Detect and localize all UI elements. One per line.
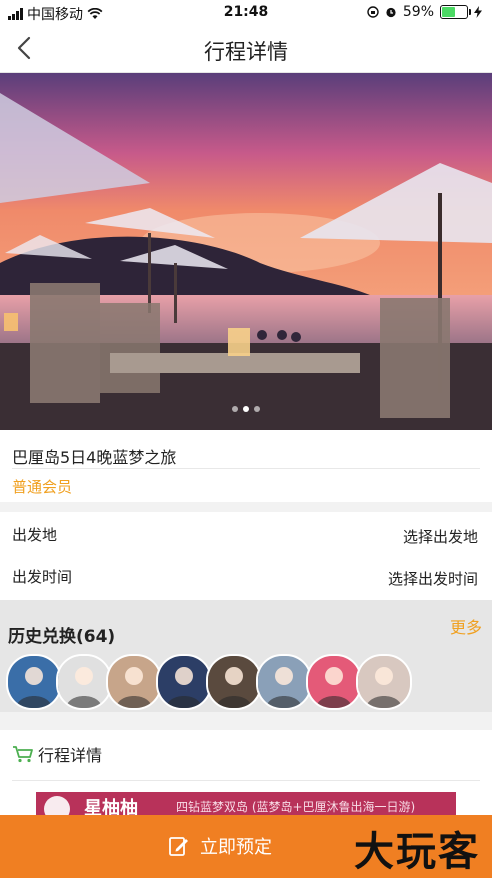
departure-time-label: 出发时间 [12,568,73,586]
exchange-history: 历史兑换(64) 更多 [0,600,492,712]
charging-icon [474,6,482,18]
more-link[interactable]: 更多 [450,614,482,638]
avatar[interactable] [256,654,312,710]
rotation-lock-icon [367,6,379,18]
divider [12,780,480,781]
hero-carousel[interactable] [0,73,492,430]
avatar[interactable] [206,654,262,710]
departure-time-row[interactable]: 出发时间 选择出发时间 [0,556,492,596]
trip-name: 巴厘岛5日4晚蓝梦之旅 [12,448,177,467]
departure-section: 出发地 选择出发地 出发时间 选择出发时间 [0,512,492,600]
avatar[interactable] [56,654,112,710]
book-now-label: 立即预定 [200,837,272,858]
avatar[interactable] [306,654,362,710]
departure-place-label: 出发地 [12,526,58,544]
avatar-list [6,654,412,710]
banner-subtitle: 四钻蓝梦双岛 (蓝梦岛+巴厘沐鲁出海一日游) [176,800,416,814]
trip-info: 巴厘岛5日4晚蓝梦之旅 普通会员 [0,430,492,502]
member-tier: 普通会员 [12,478,73,496]
alarm-icon [386,7,396,18]
carousel-dots [0,406,492,412]
avatar[interactable] [156,654,212,710]
battery-percent: 59% [402,4,434,20]
book-now-button[interactable]: 立即预定 [168,833,272,859]
battery-icon [440,5,471,19]
page-title: 行程详情 [204,40,288,64]
divider [12,468,480,469]
cart-icon [13,746,33,763]
beach-sunset-photo [0,73,492,430]
departure-place-select[interactable]: 选择出发地 [403,526,478,547]
bottom-bar: 立即预定 大玩客 [0,815,492,878]
avatar[interactable] [106,654,162,710]
avatar[interactable] [356,654,412,710]
carousel-dot[interactable] [232,406,238,412]
watermark-logo: 大玩客 [354,829,480,875]
carousel-dot[interactable] [243,406,249,412]
trip-details-section: 行程详情 星柚柚 四钻蓝梦双岛 (蓝梦岛+巴厘沐鲁出海一日游) [0,730,492,822]
avatar[interactable] [6,654,62,710]
departure-time-select[interactable]: 选择出发时间 [388,568,478,589]
status-bar: 中国移动 21:48 59% [0,0,492,26]
carousel-dot[interactable] [254,406,260,412]
history-title: 历史兑换(64) [8,627,116,647]
details-title: 行程详情 [38,746,103,765]
departure-place-row[interactable]: 出发地 选择出发地 [0,514,492,554]
nav-bar: 行程详情 [0,26,492,73]
edit-icon [169,837,188,856]
